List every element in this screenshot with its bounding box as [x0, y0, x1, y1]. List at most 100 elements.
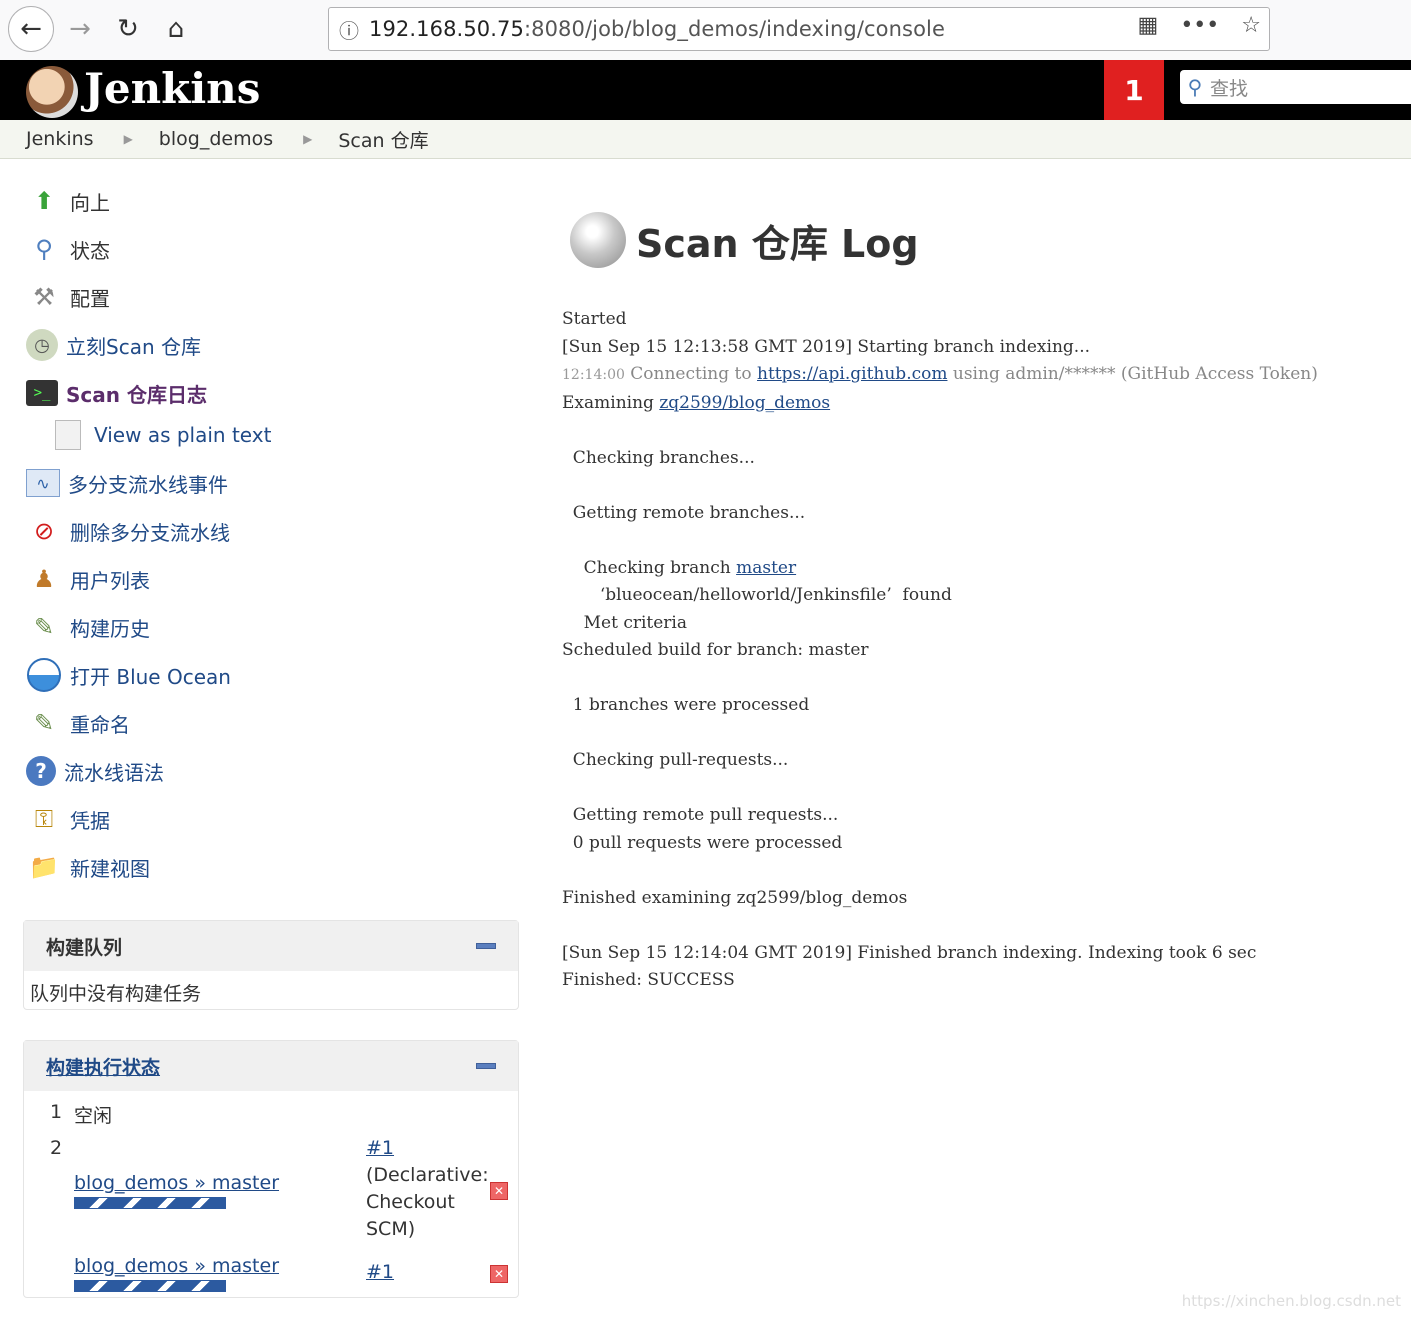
- search-icon: ⚲: [1187, 75, 1203, 99]
- arrow-left-icon: ←: [20, 14, 42, 44]
- log-line: [Sun Sep 15 12:14:04 GMT 2019] Finished …: [562, 942, 1257, 963]
- no-entry-icon: ⊘: [33, 517, 55, 545]
- collapse-icon[interactable]: [476, 1063, 496, 1069]
- page-title: Scan 仓库 Log: [636, 221, 919, 266]
- github-api-link[interactable]: https://api.github.com: [757, 364, 947, 384]
- executor-2-build-link[interactable]: #1: [366, 1137, 394, 1159]
- keys-icon: ⚿: [34, 805, 54, 833]
- star-icon[interactable]: ☆: [1241, 13, 1261, 38]
- stop-build-icon[interactable]: ✕: [490, 1265, 508, 1283]
- watermark: https://xinchen.blog.csdn.net: [1181, 1292, 1401, 1310]
- sidebar-item-scan-now[interactable]: ◷ 立刻Scan 仓库: [26, 327, 201, 363]
- home-icon: ⌂: [167, 14, 185, 44]
- search-input[interactable]: 查找: [1210, 74, 1248, 101]
- address-bar[interactable]: ⓘ 192.168.50.75:8080/job/blog_demos/inde…: [328, 7, 1270, 51]
- log-line: [Sun Sep 15 12:13:58 GMT 2019] Starting …: [562, 336, 1090, 357]
- executor-3-build-link[interactable]: #1: [366, 1261, 394, 1283]
- activity-monitor-icon: ∿: [26, 469, 60, 497]
- sidebar-item-scan-log[interactable]: >_ Scan 仓库日志: [26, 375, 207, 411]
- breadcrumb-item-scan[interactable]: Scan 仓库: [312, 126, 428, 153]
- terminal-icon: >_: [26, 380, 58, 406]
- log-line: Checking pull-requests...: [562, 750, 789, 770]
- sidebar-item-build-history[interactable]: ✎ 构建历史: [26, 609, 150, 645]
- more-icon[interactable]: •••: [1180, 13, 1219, 38]
- executor-2-stage-line3: SCM): [366, 1218, 416, 1240]
- jenkins-logo[interactable]: [26, 66, 78, 118]
- jenkins-title[interactable]: Jenkins: [84, 64, 260, 113]
- log-line: Finished: SUCCESS: [562, 970, 735, 990]
- sidebar-item-up[interactable]: ⬆ 向上: [26, 183, 110, 219]
- breadcrumb-separator-icon: ▶: [303, 132, 313, 146]
- reload-button[interactable]: ↻: [108, 10, 148, 48]
- executors-header: 构建执行状态: [24, 1041, 518, 1091]
- branch-master-link[interactable]: master: [736, 558, 796, 578]
- jenkins-header: Jenkins 1 ⚲ 查找: [0, 60, 1411, 120]
- log-line: Started: [562, 309, 627, 329]
- build-queue-empty: 队列中没有构建任务: [30, 983, 202, 1005]
- info-icon[interactable]: ⓘ: [329, 15, 369, 44]
- notification-badge[interactable]: 1: [1104, 60, 1164, 120]
- users-icon: ♟: [33, 565, 55, 593]
- sidebar-item-delete-pipeline[interactable]: ⊘ 删除多分支流水线: [26, 513, 230, 549]
- document-icon: [50, 417, 86, 453]
- executor-1-number: 1: [50, 1101, 63, 1123]
- breadcrumb-separator-icon: ▶: [123, 132, 133, 146]
- sidebar-item-pipeline-syntax[interactable]: ? 流水线语法: [26, 753, 164, 789]
- executor-3-progress-bar: [74, 1280, 226, 1292]
- help-icon: ?: [26, 756, 56, 786]
- forward-button[interactable]: →: [60, 10, 100, 48]
- url-text[interactable]: 192.168.50.75:8080/job/blog_demos/indexi…: [369, 17, 945, 41]
- stop-build-icon[interactable]: ✕: [490, 1182, 508, 1200]
- sidebar-item-status[interactable]: ⚲ 状态: [26, 231, 110, 267]
- clock-icon: ◷: [26, 329, 58, 361]
- build-queue-pane: 构建队列 队列中没有构建任务: [23, 920, 519, 1010]
- build-queue-header: 构建队列: [24, 921, 518, 971]
- search-box[interactable]: ⚲ 查找: [1180, 70, 1411, 104]
- sidebar-item-rename[interactable]: ✎ 重命名: [26, 705, 130, 741]
- executor-3-job-link[interactable]: blog_demos » master: [74, 1255, 279, 1277]
- notepad-icon: ✎: [33, 613, 55, 641]
- arrow-right-icon: →: [69, 14, 91, 44]
- breadcrumb-item-jenkins[interactable]: Jenkins: [0, 128, 94, 150]
- log-line: Getting remote branches...: [562, 502, 806, 523]
- log-line: Finished examining zq2599/blog_demos: [562, 887, 908, 908]
- executor-2-number: 2: [50, 1137, 63, 1159]
- executor-2-progress-bar: [74, 1197, 226, 1209]
- status-ball-icon: [570, 212, 626, 268]
- collapse-icon[interactable]: [476, 943, 496, 949]
- qr-code-icon[interactable]: ▦: [1138, 13, 1159, 38]
- tools-icon: ⚒: [33, 283, 55, 311]
- log-timestamp: 12:14:00: [562, 367, 625, 383]
- home-button[interactable]: ⌂: [156, 10, 196, 48]
- sidebar-item-new-view[interactable]: 📁 新建视图: [26, 849, 150, 885]
- magnifier-icon: ⚲: [35, 235, 53, 263]
- console-output: Started [Sun Sep 15 12:13:58 GMT 2019] S…: [562, 309, 1318, 990]
- executors-title[interactable]: 构建执行状态: [46, 1053, 160, 1080]
- log-line: Checking branches...: [562, 447, 755, 468]
- sidebar-item-credentials[interactable]: ⚿ 凭据: [26, 801, 110, 837]
- breadcrumb: Jenkins ▶ blog_demos ▶ Scan 仓库: [0, 120, 1411, 159]
- executor-1-status: 空闲: [74, 1105, 113, 1127]
- breadcrumb-item-blog-demos[interactable]: blog_demos: [133, 128, 273, 150]
- log-line: ‘blueocean/helloworld/Jenkinsfile’ found: [562, 585, 952, 605]
- build-queue-title: 构建队列: [46, 936, 123, 959]
- sidebar-item-blue-ocean[interactable]: 打开 Blue Ocean: [26, 657, 231, 693]
- back-button[interactable]: ←: [8, 6, 54, 52]
- sidebar-item-pipeline-events[interactable]: ∿ 多分支流水线事件: [26, 465, 228, 501]
- executor-2-job-link[interactable]: blog_demos » master: [74, 1172, 279, 1194]
- log-line: 0 pull requests were processed: [562, 832, 843, 853]
- notepad-icon: ✎: [33, 709, 55, 737]
- log-line: Met criteria: [562, 612, 687, 633]
- log-line: Scheduled build for branch: master: [562, 640, 869, 660]
- log-line: Getting remote pull requests...: [562, 805, 839, 825]
- sidebar-item-people[interactable]: ♟ 用户列表: [26, 561, 150, 597]
- executor-2-stage-line2: Checkout: [366, 1191, 455, 1213]
- blue-ocean-icon: [26, 657, 62, 693]
- sidebar-item-configure[interactable]: ⚒ 配置: [26, 279, 110, 315]
- folder-icon: 📁: [29, 853, 59, 881]
- log-line: 1 branches were processed: [562, 695, 810, 715]
- arrow-up-icon: ⬆: [33, 187, 55, 215]
- repo-link[interactable]: zq2599/blog_demos: [659, 393, 830, 413]
- sidebar-item-plain-text[interactable]: View as plain text: [50, 417, 271, 453]
- browser-toolbar: ← → ↻ ⌂ ⓘ 192.168.50.75:8080/job/blog_de…: [0, 0, 1411, 61]
